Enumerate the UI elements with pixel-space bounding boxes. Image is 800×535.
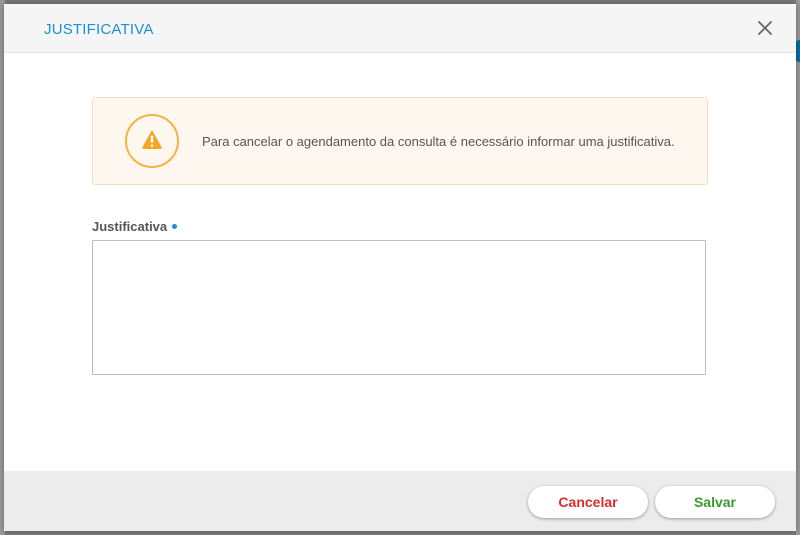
- alert-message: Para cancelar o agendamento da consulta …: [202, 134, 675, 149]
- save-button[interactable]: Salvar: [655, 486, 775, 518]
- background-page-right-edge: [796, 0, 800, 535]
- cancel-button[interactable]: Cancelar: [528, 486, 648, 518]
- modal-footer: Cancelar Salvar: [4, 471, 796, 531]
- close-icon[interactable]: [754, 17, 776, 39]
- warning-triangle-icon: [124, 113, 180, 169]
- modal-header: JUSTIFICATIVA: [4, 4, 796, 53]
- justificativa-label-text: Justificativa: [92, 219, 168, 234]
- modal-title: JUSTIFICATIVA: [44, 21, 154, 38]
- justificativa-modal: JUSTIFICATIVA Para cancelar o agendament…: [4, 4, 796, 531]
- warning-alert: Para cancelar o agendamento da consulta …: [92, 97, 708, 185]
- justificativa-textarea[interactable]: [92, 240, 706, 375]
- required-indicator: [172, 224, 178, 230]
- justificativa-label: Justificativa: [92, 219, 178, 234]
